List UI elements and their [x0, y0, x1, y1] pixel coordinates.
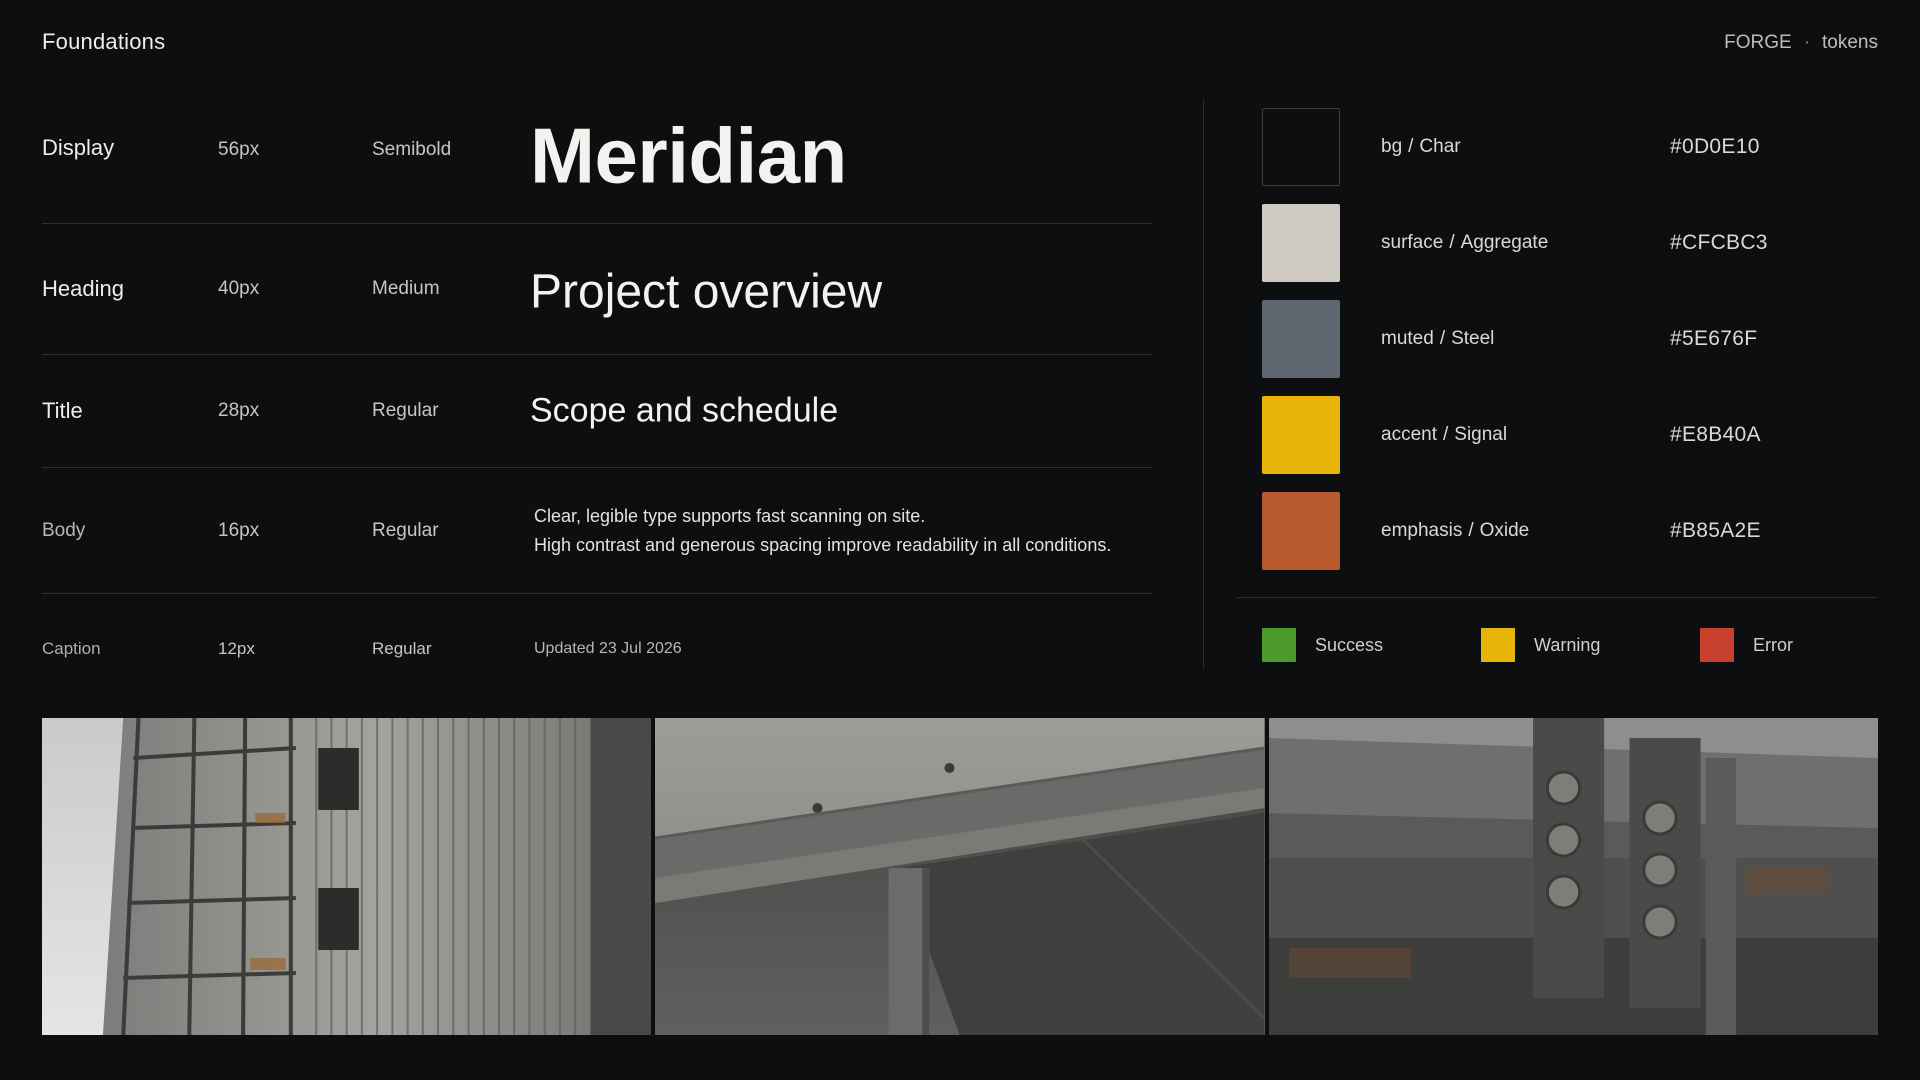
type-row-display: Display 56px Semibold Meridian [42, 100, 1152, 224]
type-style-sample: Project overview [530, 265, 883, 319]
type-style-weight: Regular [372, 639, 432, 658]
palette-row-bg[interactable]: bg / Char #0D0E10 [1262, 108, 1882, 204]
color-token-name: accent / Signal [1381, 424, 1507, 446]
status-chip [1700, 628, 1734, 662]
body-sample-line: High contrast and generous spacing impro… [534, 534, 1112, 555]
status-warning[interactable]: Warning [1481, 628, 1600, 662]
palette-row-surface[interactable]: surface / Aggregate #CFCBC3 [1262, 204, 1882, 300]
color-palette: bg / Char #0D0E10 surface / Aggregate #CFCBC… [1262, 108, 1882, 588]
type-style-sample: Meridian [530, 111, 847, 200]
breadcrumb-separator: · [1803, 32, 1811, 53]
photo-steel-connection[interactable] [1268, 718, 1878, 1035]
color-swatch [1262, 300, 1340, 378]
color-swatch [1262, 396, 1340, 474]
palette-row-muted[interactable]: muted / Steel #5E676F [1262, 300, 1882, 396]
palette-divider [1236, 597, 1877, 598]
brand-breadcrumb: FORGE · tokens [1724, 32, 1878, 54]
type-style-size: 16px [218, 519, 260, 541]
status-legend: Success Warning Error [1262, 628, 1882, 662]
type-style-name: Caption [42, 639, 101, 658]
color-token-name: emphasis / Oxide [1381, 520, 1529, 542]
type-style-sample: Clear, legible type supports fast scanni… [534, 502, 1174, 560]
status-label: Error [1753, 634, 1793, 655]
steel-connection-image [1268, 718, 1878, 1035]
status-label: Warning [1534, 634, 1601, 655]
type-style-name: Heading [42, 276, 124, 301]
section-name[interactable]: tokens [1822, 32, 1878, 54]
type-scale-table: Display 56px Semibold Meridian Heading 4… [42, 100, 1152, 704]
photo-concrete-beam[interactable] [655, 718, 1265, 1035]
body-sample-line: Clear, legible type supports fast scanni… [534, 505, 926, 526]
token-separator: / [1442, 424, 1449, 445]
type-style-size: 56px [218, 139, 260, 160]
color-name: Steel [1451, 328, 1495, 349]
status-success[interactable]: Success [1262, 628, 1383, 662]
facade-image [42, 718, 652, 1035]
color-name: Aggregate [1460, 232, 1549, 253]
color-swatch [1262, 492, 1340, 570]
color-token-name: surface / Aggregate [1381, 232, 1548, 254]
status-label: Success [1315, 634, 1384, 655]
page-title: Foundations [42, 29, 166, 54]
color-role: bg [1381, 136, 1403, 157]
type-style-sample: Updated 23 Jul 2026 [534, 640, 682, 657]
type-style-sample: Scope and schedule [530, 391, 839, 430]
brand-name[interactable]: FORGE [1724, 32, 1792, 54]
type-style-size: 28px [218, 400, 260, 421]
color-token-name: bg / Char [1381, 136, 1461, 158]
token-separator: / [1439, 328, 1446, 349]
type-style-weight: Medium [372, 278, 440, 299]
concrete-beam-image [655, 718, 1265, 1035]
color-hex: #CFCBC3 [1670, 231, 1768, 254]
color-hex: #0D0E10 [1670, 135, 1760, 158]
color-role: muted [1381, 328, 1434, 349]
color-name: Signal [1454, 424, 1508, 445]
type-style-name: Body [42, 519, 86, 541]
token-separator: / [1468, 520, 1474, 541]
status-chip [1481, 628, 1515, 662]
token-separator: / [1449, 232, 1455, 253]
type-style-name: Title [42, 398, 83, 423]
column-divider [1203, 100, 1204, 668]
color-swatch [1262, 108, 1340, 186]
color-role: emphasis [1381, 520, 1463, 541]
color-role: accent [1381, 424, 1437, 445]
type-style-name: Display [42, 135, 115, 160]
type-row-title: Title 28px Regular Scope and schedule [42, 355, 1152, 468]
color-hex: #E8B40A [1670, 423, 1761, 446]
type-style-size: 40px [218, 278, 260, 299]
status-error[interactable]: Error [1700, 628, 1793, 662]
palette-row-emphasis[interactable]: emphasis / Oxide #B85A2E [1262, 492, 1882, 588]
color-hex: #5E676F [1670, 327, 1758, 350]
type-style-weight: Regular [372, 519, 439, 541]
type-style-weight: Semibold [372, 139, 452, 160]
type-row-body: Body 16px Regular Clear, legible type su… [42, 468, 1152, 594]
type-row-heading: Heading 40px Medium Project overview [42, 224, 1152, 355]
color-token-name: muted / Steel [1381, 328, 1494, 350]
color-hex: #B85A2E [1670, 519, 1761, 542]
color-swatch [1262, 204, 1340, 282]
type-row-caption: Caption 12px Regular Updated 23 Jul 2026 [42, 594, 1152, 704]
foundations-page: Foundations FORGE · tokens Display 56px … [0, 0, 1920, 1080]
type-style-size: 12px [218, 639, 255, 658]
photo-strip [42, 718, 1878, 1035]
type-style-weight: Regular [372, 400, 439, 421]
photo-building-facade[interactable] [42, 718, 652, 1035]
color-name: Char [1419, 136, 1461, 157]
token-separator: / [1408, 136, 1414, 157]
color-role: surface [1381, 232, 1444, 253]
color-name: Oxide [1479, 520, 1530, 541]
palette-row-accent[interactable]: accent / Signal #E8B40A [1262, 396, 1882, 492]
status-chip [1262, 628, 1296, 662]
